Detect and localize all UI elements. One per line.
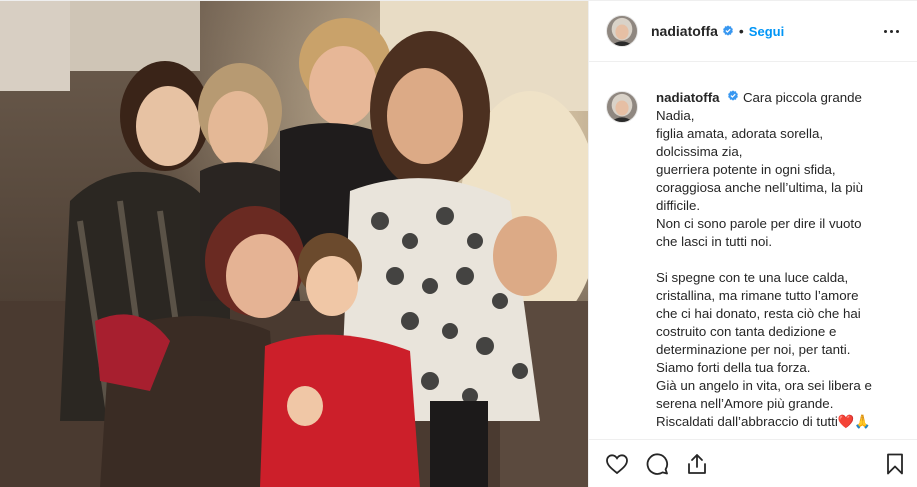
heart-icon[interactable] xyxy=(605,452,629,476)
avatar[interactable] xyxy=(606,15,638,47)
caption-line: Già un angelo in vita, ora sei libera e xyxy=(656,378,872,393)
caption-line: Siamo forti della tua forza. xyxy=(656,360,811,375)
post-header: nadiatoffa • Segui xyxy=(589,1,917,62)
caption-line: Nadia, xyxy=(656,108,695,123)
caption-line: Riscaldati dall’abbraccio di tutti xyxy=(656,414,838,429)
caption-line: Non ci sono parole per dire il vuoto xyxy=(656,216,862,231)
caption-area: nadiatoffa Cara piccola grande Nadia, fi… xyxy=(589,63,917,439)
caption-line: figlia amata, adorata sorella, xyxy=(656,126,824,141)
bookmark-icon[interactable] xyxy=(883,452,907,476)
caption-line: determinazione per noi, per tanti. xyxy=(656,342,851,357)
verified-badge-icon xyxy=(727,90,739,102)
verified-badge-icon xyxy=(722,25,734,37)
caption-line: che ci hai donato, resta ciò che hai xyxy=(656,306,861,321)
caption-line: dolcissima zia, xyxy=(656,144,743,159)
post-caption: nadiatoffa Cara piccola grande Nadia, fi… xyxy=(656,89,901,439)
share-icon[interactable] xyxy=(685,452,709,476)
caption-line: cristallina, ma rimane tutto l’amore xyxy=(656,288,859,303)
instagram-post: nadiatoffa • Segui nadiatoffa Cara picco… xyxy=(0,0,917,487)
follow-button[interactable]: Segui xyxy=(749,24,784,39)
separator-dot: • xyxy=(738,23,744,39)
caption-line: Cara piccola grande xyxy=(742,90,862,105)
profile-picture xyxy=(607,16,637,46)
caption-last-line: Riscaldati dall’abbraccio di tutti❤️🙏 xyxy=(656,413,901,431)
caption-line: guerriera potente in ogni sfida, xyxy=(656,162,836,177)
post-side-panel: nadiatoffa • Segui nadiatoffa Cara picco… xyxy=(588,1,917,487)
caption-line: serena nell’Amore più grande. xyxy=(656,396,834,411)
caption-line: che lasci in tutti noi. xyxy=(656,234,773,249)
username[interactable]: nadiatoffa xyxy=(651,23,718,39)
comment-icon[interactable] xyxy=(645,452,669,476)
caption-line: Si spegne con te una luce calda, xyxy=(656,270,849,285)
caption-line: coraggiosa anche nell’ultima, la più xyxy=(656,180,863,195)
post-photo[interactable] xyxy=(0,1,588,487)
profile-picture xyxy=(607,92,637,122)
caption-avatar[interactable] xyxy=(606,91,638,123)
heart-pray-emoji-icon: ❤️🙏 xyxy=(837,414,871,429)
group-photo-image xyxy=(0,1,588,487)
caption-line: costruito con tanta dedizione e xyxy=(656,324,837,339)
action-bar xyxy=(589,439,917,487)
caption-line: difficile. xyxy=(656,198,701,213)
caption-username[interactable]: nadiatoffa xyxy=(656,90,720,105)
more-options-icon[interactable] xyxy=(879,19,903,43)
